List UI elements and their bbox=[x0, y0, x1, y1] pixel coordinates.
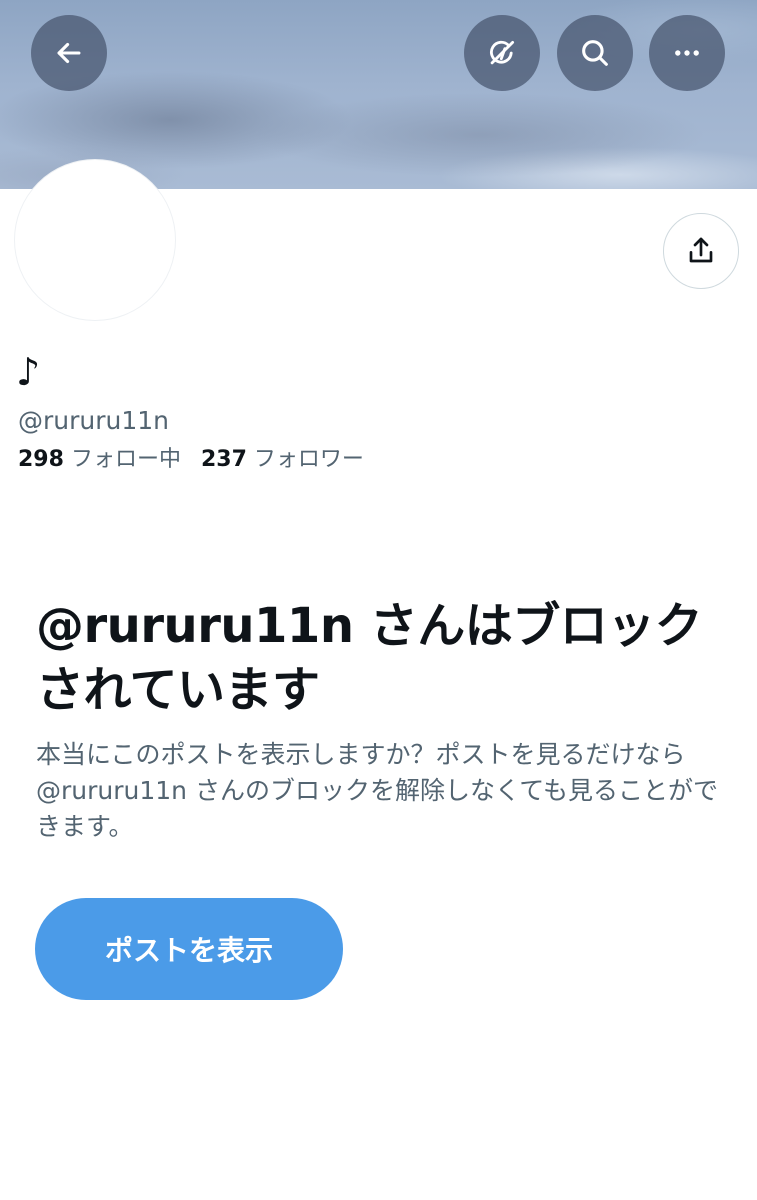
share-icon bbox=[689, 237, 713, 263]
arrow-left-icon bbox=[57, 42, 81, 64]
profile-avatar[interactable] bbox=[14, 159, 176, 321]
search-icon bbox=[582, 40, 608, 66]
following-label: フォロー中 bbox=[70, 447, 181, 472]
following-count: 298 bbox=[18, 447, 64, 472]
followers-label: フォロワー bbox=[253, 447, 364, 472]
blocked-description: 本当にこのポストを表示しますか？ポストを見るだけなら @rururu11n さん… bbox=[36, 740, 718, 841]
following-link[interactable]: 298 フォロー中 bbox=[18, 447, 181, 472]
blocked-title: @rururu11n さんはブロックされています bbox=[36, 598, 703, 718]
search-button[interactable] bbox=[557, 15, 633, 91]
follow-stats: 298 フォロー中 237 フォロワー bbox=[18, 445, 364, 475]
view-posts-button[interactable]: ポストを表示 bbox=[35, 898, 343, 1000]
profile-handle: @rururu11n bbox=[18, 406, 170, 435]
followers-count: 237 bbox=[200, 447, 247, 472]
grok-button[interactable] bbox=[464, 15, 540, 91]
more-horizontal-icon bbox=[675, 50, 699, 56]
grok-icon bbox=[490, 40, 515, 65]
followers-link[interactable]: 237 フォロワー bbox=[201, 447, 364, 472]
share-button[interactable] bbox=[663, 213, 739, 289]
display-name: ♪ bbox=[16, 350, 41, 394]
back-button[interactable] bbox=[31, 15, 107, 91]
more-button[interactable] bbox=[649, 15, 725, 91]
